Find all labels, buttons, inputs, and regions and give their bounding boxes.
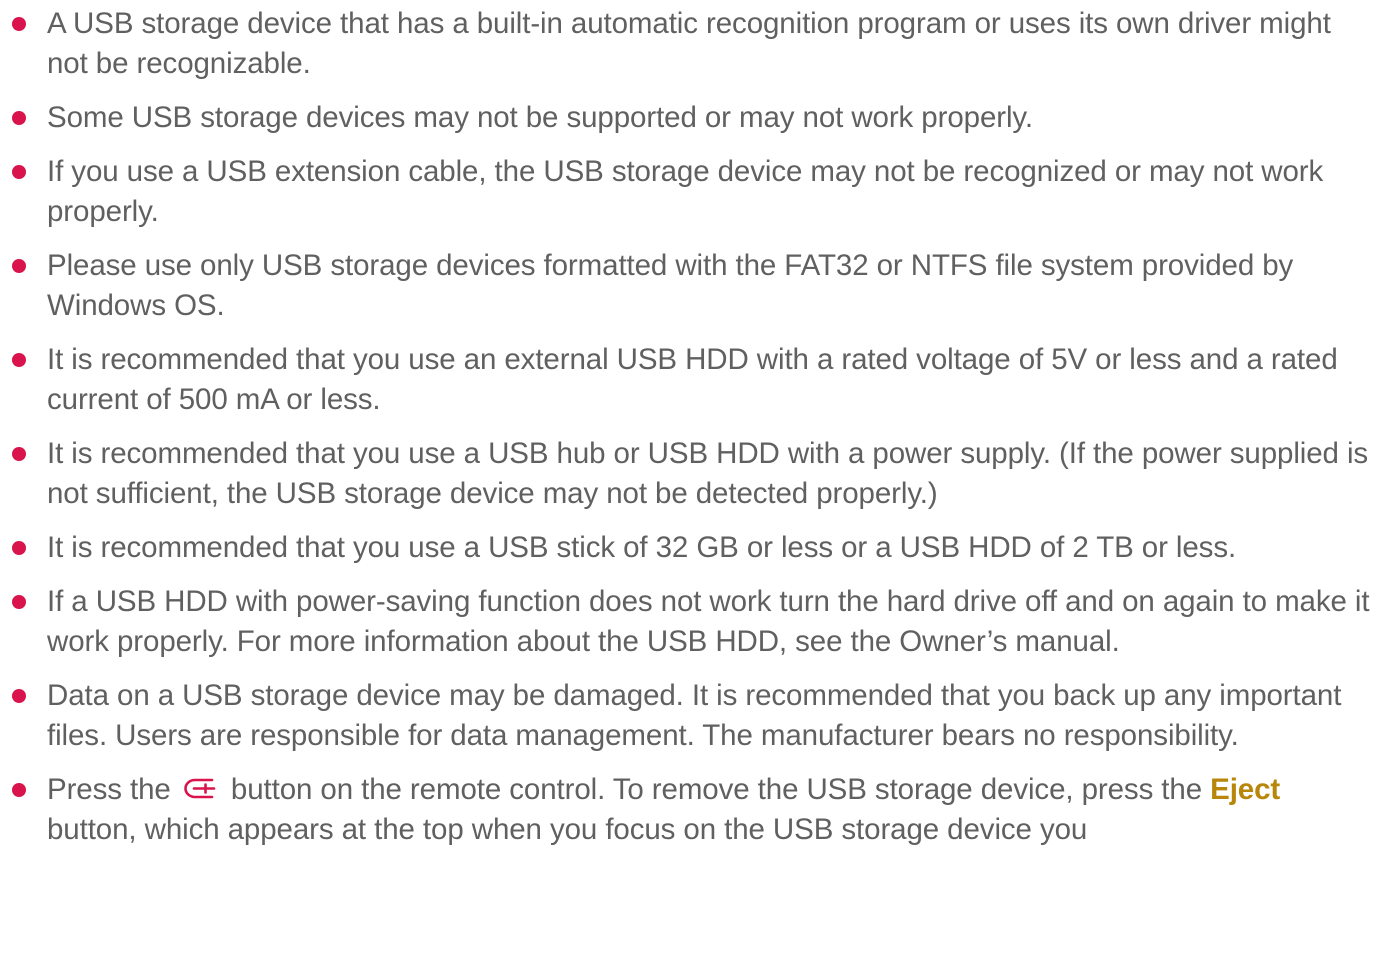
list-item: It is recommended that you use a USB hub… xyxy=(0,434,1378,514)
bullet-icon xyxy=(12,259,26,273)
note-text-after-eject: button, which appears at the top when yo… xyxy=(47,813,1088,846)
bullet-icon xyxy=(12,595,26,609)
note-text: It is recommended that you use an extern… xyxy=(47,343,1338,416)
list-item: It is recommended that you use a USB sti… xyxy=(0,528,1378,568)
list-item: If you use a USB extension cable, the US… xyxy=(0,152,1378,232)
list-item: A USB storage device that has a built-in… xyxy=(0,4,1378,84)
list-item: Some USB storage devices may not be supp… xyxy=(0,98,1378,138)
note-text: If you use a USB extension cable, the US… xyxy=(47,155,1324,228)
note-text: It is recommended that you use a USB sti… xyxy=(47,531,1237,564)
note-text: A USB storage device that has a built-in… xyxy=(47,7,1331,80)
usb-notes-list: A USB storage device that has a built-in… xyxy=(0,4,1378,864)
note-text: If a USB HDD with power-saving function … xyxy=(47,585,1370,658)
note-text-before-icon: Press the xyxy=(47,773,179,806)
note-text: Data on a USB storage device may be dama… xyxy=(47,679,1342,752)
bullet-icon xyxy=(12,353,26,367)
note-text: It is recommended that you use a USB hub… xyxy=(47,437,1369,510)
note-text: Please use only USB storage devices form… xyxy=(47,249,1294,322)
bullet-icon xyxy=(12,541,26,555)
list-item: It is recommended that you use an extern… xyxy=(0,340,1378,420)
input-source-icon xyxy=(184,778,216,799)
bullet-icon xyxy=(12,689,26,703)
note-text-after-icon: button on the remote control. To remove … xyxy=(222,773,1211,806)
eject-label: Eject xyxy=(1210,773,1281,806)
list-item: If a USB HDD with power-saving function … xyxy=(0,582,1378,662)
bullet-icon xyxy=(12,165,26,179)
list-item: Please use only USB storage devices form… xyxy=(0,246,1378,326)
list-item: Data on a USB storage device may be dama… xyxy=(0,676,1378,756)
list-item-press-button: Press the button on the remote control. … xyxy=(0,770,1378,850)
bullet-icon xyxy=(12,17,26,31)
bullet-icon xyxy=(12,447,26,461)
bullet-icon xyxy=(12,783,26,797)
note-text: Some USB storage devices may not be supp… xyxy=(47,101,1033,134)
bullet-icon xyxy=(12,111,26,125)
